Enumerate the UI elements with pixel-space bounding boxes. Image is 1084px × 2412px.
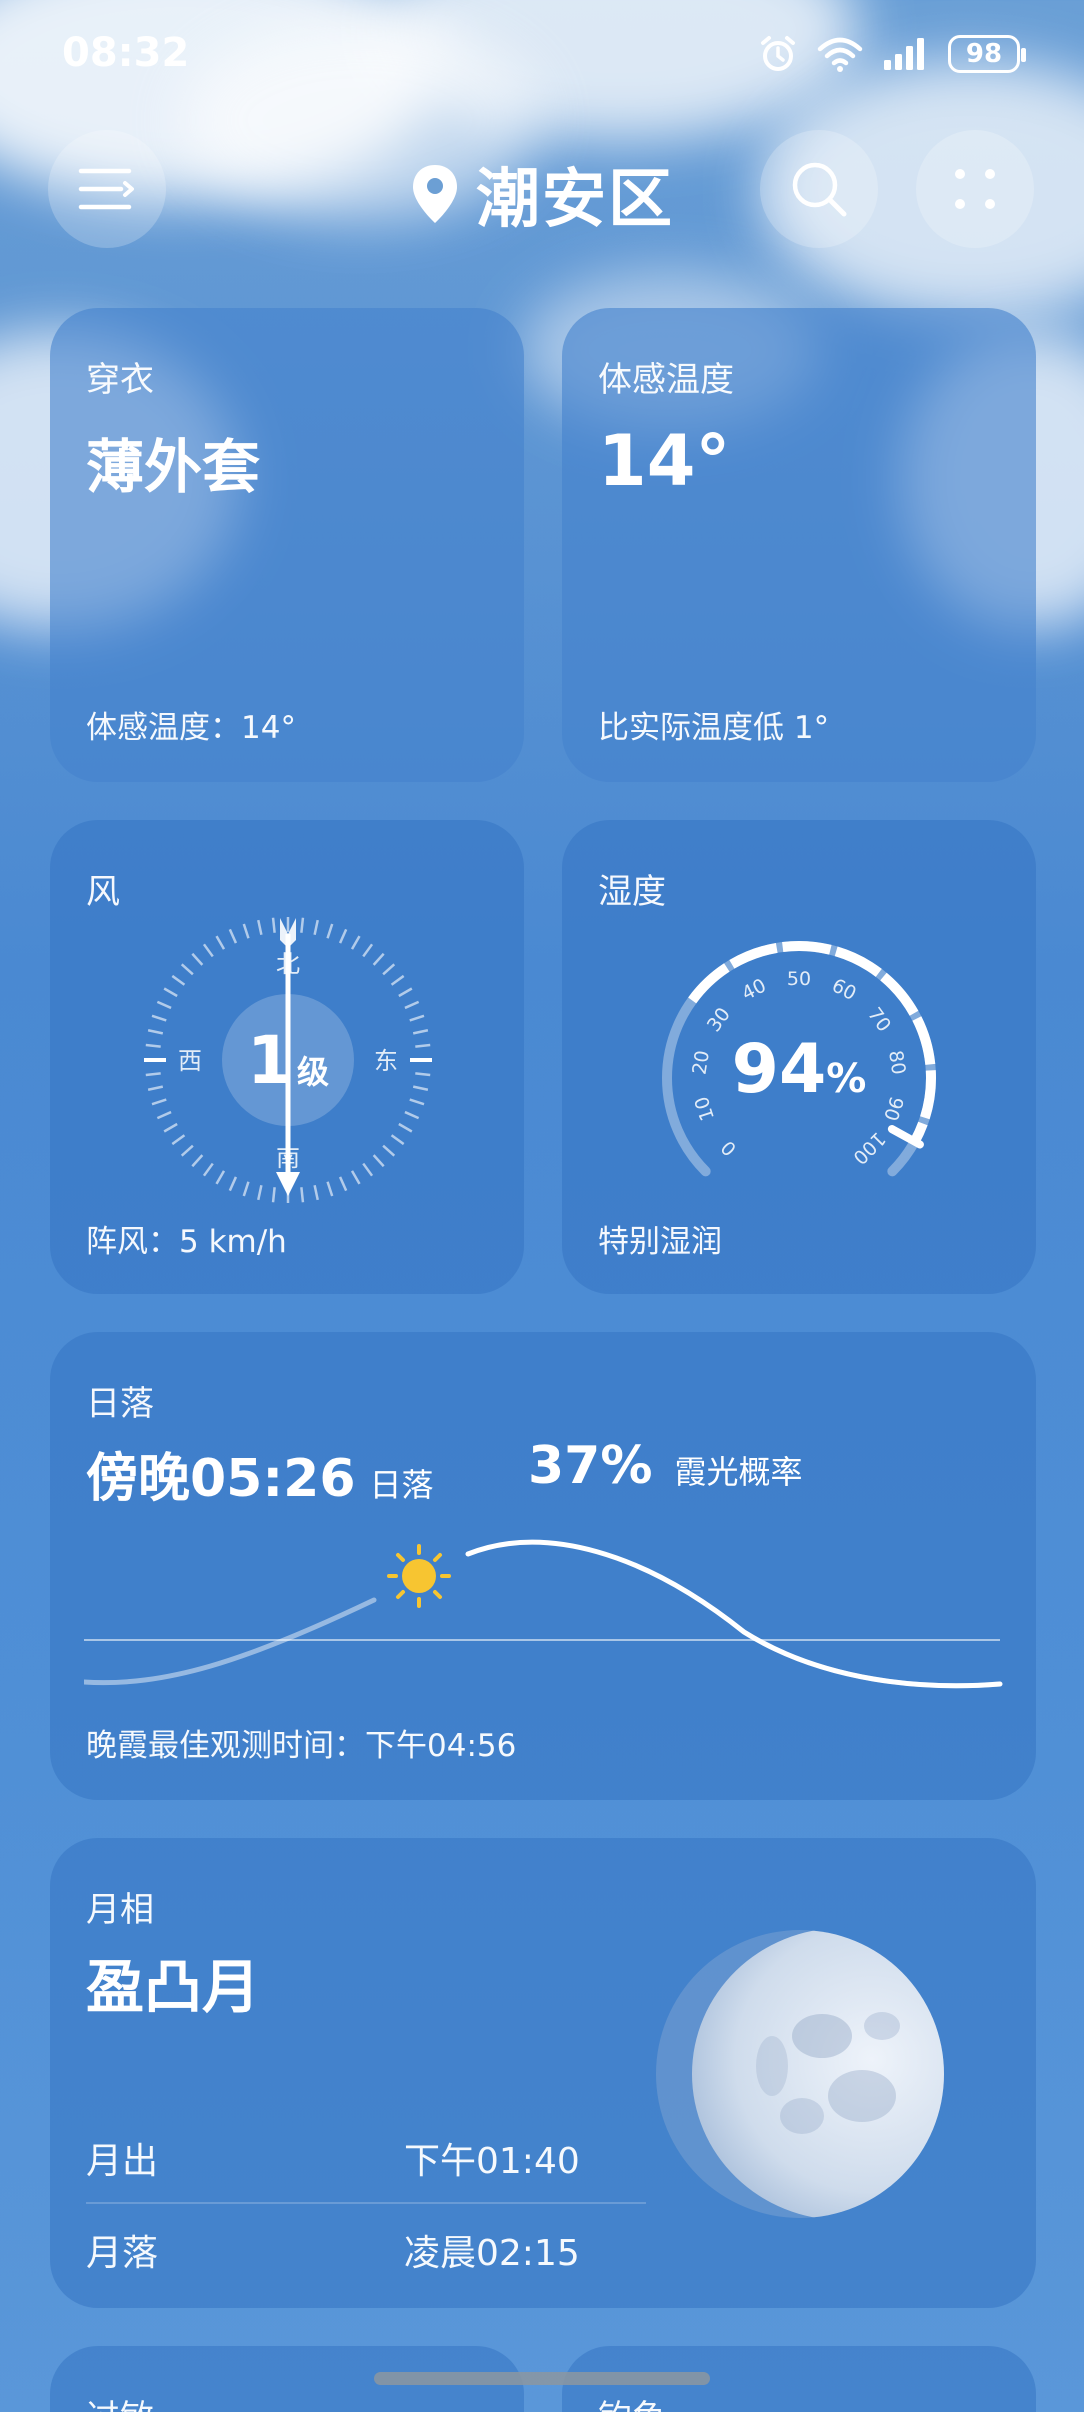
wind-level-value: 1 (247, 1021, 293, 1099)
moon-image (656, 1930, 944, 2218)
card-title: 日落 (86, 1384, 154, 1424)
clothing-footer: 体感温度：14° (86, 710, 296, 746)
afterglow-probability: 37% (528, 1436, 653, 1496)
afterglow-best-time: 晚霞最佳观测时间：下午04:56 (86, 1728, 517, 1764)
wind-level-display: 1 级 (138, 910, 438, 1210)
sun-icon (387, 1544, 451, 1608)
search-icon (792, 162, 847, 217)
wind-card[interactable]: 风 北 南 西 东 1 级 阵风：5 km/h (50, 820, 524, 1294)
feels-like-card[interactable]: 体感温度 14° 比实际温度低 1° (562, 308, 1036, 782)
status-bar: 08:32 98 (0, 30, 1084, 80)
humidity-tick-label: 70 (863, 1004, 895, 1036)
moonrise-row: 月出 下午01:40 (86, 2120, 646, 2204)
sunset-time-label: 日落 (369, 1466, 434, 1504)
clothing-value: 薄外套 (86, 433, 261, 501)
sun-path-past (84, 1597, 377, 1686)
sun-path-chart (84, 1539, 1003, 1689)
humidity-card[interactable]: 湿度 0 10 20 30 40 50 60 70 80 90 100 94 % 特别湿润 (562, 820, 1036, 1294)
alarm-icon (761, 36, 795, 71)
more-grid-button[interactable] (916, 130, 1034, 248)
sunset-time: 傍晚05:26 (86, 1449, 356, 1509)
humidity-tick-label: 20 (688, 1049, 714, 1076)
humidity-value-display: 94 % (732, 1030, 867, 1109)
card-title: 钓鱼 (598, 2390, 666, 2412)
humidity-tick-label: 30 (703, 1004, 735, 1036)
humidity-tick-label: 0 (717, 1136, 741, 1160)
feels-like-value: 14° (598, 420, 731, 502)
signal-icon (884, 38, 924, 70)
status-time: 08:32 (62, 30, 190, 76)
humidity-tick-label: 50 (787, 968, 811, 990)
location-name: 潮安区 (476, 163, 674, 237)
sun-path-upcoming (465, 1539, 1003, 1689)
clothing-card[interactable]: 穿衣 薄外套 体感温度：14° (50, 308, 524, 782)
humidity-tick-label: 90 (879, 1094, 907, 1124)
moonrise-time: 下午01:40 (404, 2141, 580, 2182)
sunset-time-row: 傍晚05:26 日落 (86, 1436, 434, 1511)
humidity-tick-label: 10 (691, 1094, 719, 1124)
humidity-tick-label: 60 (828, 974, 860, 1005)
grid-dots-icon (955, 169, 995, 209)
moon-phase-card[interactable]: 月相 盈凸月 月出 下午01:40 月落 凌晨02:15 (50, 1838, 1036, 2308)
card-title: 月相 (86, 1890, 154, 1930)
search-button[interactable] (760, 130, 878, 248)
wifi-icon (817, 37, 863, 72)
battery-indicator: 98 (948, 35, 1026, 73)
card-title: 过敏 (86, 2390, 154, 2412)
card-title: 风 (86, 872, 120, 912)
humidity-value: 94 (731, 1030, 827, 1109)
wind-level-unit: 级 (296, 1053, 329, 1091)
home-indicator[interactable] (374, 2372, 710, 2385)
humidity-unit: % (826, 1056, 867, 1102)
humidity-tick-label: 40 (738, 974, 770, 1005)
card-title: 湿度 (598, 872, 666, 912)
moon-phase-name: 盈凸月 (86, 1953, 261, 2021)
location-pin-icon (413, 165, 457, 223)
card-title: 体感温度 (598, 360, 734, 400)
humidity-description: 特别湿润 (598, 1224, 722, 1260)
afterglow-probability-label: 霞光概率 (674, 1453, 803, 1491)
card-title: 穿衣 (86, 360, 154, 400)
moonset-row: 月落 凌晨02:15 (86, 2210, 646, 2294)
afterglow-row: 37% 霞光概率 (528, 1436, 802, 1496)
moonset-label: 月落 (86, 2233, 159, 2274)
humidity-tick-label: 100 (848, 1127, 889, 1168)
sunset-card[interactable]: 日落 傍晚05:26 日落 37% 霞光概率 晚霞最佳观测时间：下午04:56 (50, 1332, 1036, 1800)
moonrise-label: 月出 (86, 2141, 159, 2182)
humidity-tick-label: 80 (884, 1049, 910, 1076)
feels-like-footer: 比实际温度低 1° (598, 710, 830, 746)
moonset-time: 凌晨02:15 (404, 2233, 580, 2274)
wind-gust: 阵风：5 km/h (86, 1224, 287, 1260)
